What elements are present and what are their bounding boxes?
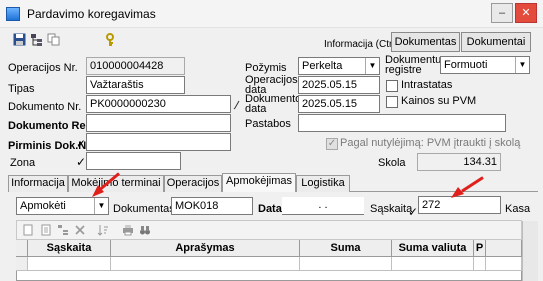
tab-operacijos[interactable]: Operacijos [164, 175, 222, 192]
table-cell[interactable] [300, 257, 392, 271]
table-cell[interactable] [111, 257, 300, 271]
grid-toolbar [16, 220, 522, 240]
grid-header-extra[interactable] [486, 240, 522, 257]
app-icon [6, 7, 20, 21]
pagal-nutylejima-checkbox[interactable]: ✓ [326, 138, 338, 150]
dokumento-nr-label: Dokumento Nr. [8, 101, 82, 113]
grid-indicator-header [16, 240, 28, 257]
zona-field[interactable] [86, 152, 181, 170]
vertical-scrollbar[interactable] [522, 221, 538, 281]
grid-header-suma-valiuta[interactable]: Suma valiuta [392, 240, 474, 257]
grid-header-saskaita[interactable]: Sąskaita [28, 240, 111, 257]
tab-informacija[interactable]: Informacija [8, 175, 68, 192]
tipas-dropdown[interactable]: Važtaraštis [86, 76, 185, 94]
check-mark-icon: ✓ [76, 137, 87, 151]
save-icon[interactable] [13, 33, 26, 46]
table-row[interactable] [16, 257, 28, 271]
chevron-down-icon[interactable]: ▼ [365, 58, 379, 74]
dokumento-data-field[interactable]: 2025.05.15 [298, 95, 380, 113]
annotation-arrow-head-icon [451, 187, 464, 198]
payment-type-value: Apmokėti [20, 200, 66, 212]
binoculars-icon[interactable] [139, 224, 151, 236]
close-button[interactable]: ✕ [515, 3, 537, 23]
operacijos-nr-field: 010000004428 [86, 57, 185, 75]
grid-header-suma[interactable]: Suma [300, 240, 392, 257]
payment-type-dropdown[interactable]: Apmokėti ▼ [16, 197, 109, 215]
skola-field: 134.31 [417, 153, 501, 171]
intrastatas-label: Intrastatas [401, 79, 453, 91]
tipas-label: Tipas [8, 83, 35, 95]
pencil-icon[interactable] [233, 100, 241, 110]
copy-icon[interactable] [47, 33, 60, 46]
skola-label: Skola [378, 157, 406, 169]
tab-logistika[interactable]: Logistika [296, 175, 350, 192]
annotation-arrow-head-icon [92, 185, 104, 197]
dokumentas-label: Dokumentas [113, 203, 175, 215]
print-icon[interactable] [122, 224, 134, 236]
pozymis-dropdown[interactable]: Perkelta ▼ [298, 57, 380, 75]
dokumento-reg-label: Dokumento Reg. [8, 120, 96, 132]
kainos-su-pvm-checkbox[interactable] [386, 96, 398, 108]
check-mark-icon: ✓ [408, 205, 419, 219]
table-cell[interactable] [474, 257, 486, 271]
dokumentu-registre-value: Formuoti [444, 59, 488, 71]
kasa-label: Kasa [505, 203, 531, 215]
table-cell[interactable] [28, 257, 111, 271]
chevron-down-icon[interactable]: ▼ [94, 198, 108, 214]
tab-apmokejimas[interactable]: Apmokėjimas [222, 173, 296, 192]
doc-icon[interactable] [40, 224, 52, 236]
tipas-value: Važtaraštis [90, 79, 144, 91]
pozymis-label: Požymis [245, 62, 287, 74]
operacijos-nr-label: Operacijos Nr. [8, 62, 78, 74]
pagal-nutylejima-label: Pagal nutylėjimą: PVM įtraukti į skolą [340, 137, 521, 149]
grid-header-aprasymas[interactable]: Aprašymas [111, 240, 300, 257]
saskaita-label: Sąskaita [370, 203, 413, 215]
new-doc-icon[interactable] [22, 224, 34, 236]
window-title: Pardavimo koregavimas [27, 7, 156, 21]
payment-dokumentas-field[interactable]: MOK018 [171, 197, 253, 215]
minimize-button[interactable]: – [491, 3, 513, 23]
dokumento-data-label: Dokumento data [245, 93, 302, 115]
data-label: Data [258, 203, 282, 215]
zona-label: Zona [10, 157, 36, 169]
sort-icon[interactable] [97, 224, 109, 236]
grid-header-p[interactable]: P [474, 240, 486, 257]
pozymis-value: Perkelta [302, 60, 343, 72]
chevron-down-icon[interactable]: ▼ [515, 57, 529, 73]
payment-data-field[interactable]: . . [282, 197, 364, 215]
key-icon[interactable] [104, 33, 117, 46]
pastabos-field[interactable] [298, 114, 506, 132]
dokumento-nr-field[interactable]: PK0000000230 [86, 95, 231, 113]
dokumento-reg-field[interactable] [86, 114, 231, 132]
table-cell[interactable] [486, 257, 522, 271]
kainos-su-pvm-label: Kainos su PVM [401, 95, 477, 107]
delete-icon[interactable] [74, 224, 86, 236]
operacijos-data-field[interactable]: 2025.05.15 [298, 76, 380, 94]
operacijos-data-label: Operacijos data [245, 74, 298, 96]
dokumentai-button[interactable]: Dokumentai [461, 32, 531, 52]
tree-icon[interactable] [57, 224, 69, 236]
intrastatas-checkbox[interactable] [386, 80, 398, 92]
tree-icon[interactable] [30, 33, 43, 46]
table-cell[interactable] [392, 257, 474, 271]
dokumentu-registre-dropdown[interactable]: Formuoti ▼ [440, 56, 530, 74]
pastabos-label: Pastabos [245, 118, 291, 130]
pirminis-field[interactable] [86, 133, 231, 151]
check-mark-icon: ✓ [76, 155, 87, 169]
dokumentas-button[interactable]: Dokumentas [391, 32, 460, 52]
dokumentu-registre-label: Dokumentu registre [385, 54, 442, 76]
